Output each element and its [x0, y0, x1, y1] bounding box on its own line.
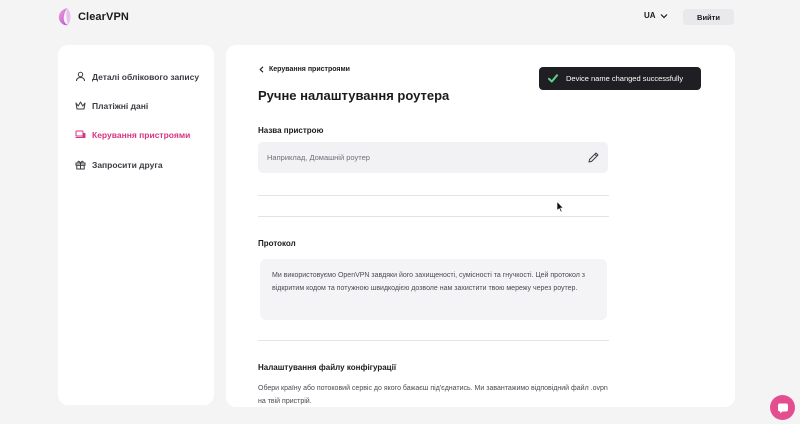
sidebar-item-payment[interactable]: Платіжні дані — [75, 100, 148, 111]
breadcrumb-label: Керування пристроями — [269, 66, 350, 73]
divider — [258, 216, 609, 217]
toast-message: Device name changed successfully — [566, 74, 684, 83]
chat-icon — [777, 403, 788, 413]
logout-button[interactable]: Вийти — [683, 9, 734, 25]
check-icon — [548, 74, 558, 83]
pencil-icon[interactable] — [587, 151, 600, 164]
divider — [258, 340, 609, 341]
config-label: Налаштування файлу конфігурації — [258, 363, 397, 372]
user-icon — [76, 71, 85, 82]
sidebar-item-account-details[interactable]: Деталі облікового запису — [75, 71, 199, 82]
sidebar-item-label: Платіжні дані — [92, 100, 149, 111]
page-title: Ручне налаштування роутера — [258, 88, 450, 103]
success-toast: Device name changed successfully — [539, 67, 701, 90]
device-name-label: Назва пристрою — [258, 126, 324, 135]
sidebar-item-device-management[interactable]: Керування пристроями — [75, 129, 190, 140]
language-selector[interactable]: UA — [644, 11, 668, 20]
main-panel: Керування пристроями Ручне налаштування … — [226, 45, 735, 407]
logo[interactable]: ClearVPN — [58, 8, 129, 26]
sidebar: Деталі облікового запису Платіжні дані К… — [58, 45, 214, 405]
protocol-info: Ми використовуємо OpenVPN завдяки його з… — [260, 259, 607, 320]
clearvpn-logo-icon — [58, 8, 71, 26]
sidebar-item-label: Керування пристроями — [92, 129, 191, 140]
chevron-left-icon — [259, 66, 264, 73]
protocol-label: Протокол — [258, 239, 296, 248]
support-chat-button[interactable] — [770, 395, 795, 420]
mouse-cursor-icon — [556, 201, 564, 213]
sidebar-item-invite-friend[interactable]: Запросити друга — [75, 159, 163, 170]
sidebar-item-label: Запросити друга — [92, 159, 163, 170]
crown-icon — [75, 101, 86, 110]
sidebar-item-label: Деталі облікового запису — [92, 71, 200, 82]
chevron-down-icon — [660, 13, 667, 18]
language-label: UA — [644, 11, 656, 20]
top-bar: ClearVPN UA Вийти — [0, 0, 800, 36]
divider — [258, 195, 609, 196]
logo-text: ClearVPN — [78, 11, 129, 23]
breadcrumb[interactable]: Керування пристроями — [259, 66, 350, 73]
devices-icon — [75, 130, 86, 138]
gift-icon — [75, 160, 86, 170]
device-name-input[interactable] — [258, 142, 608, 173]
config-description: Обери країну або потоковий сервіс до яко… — [258, 385, 608, 405]
